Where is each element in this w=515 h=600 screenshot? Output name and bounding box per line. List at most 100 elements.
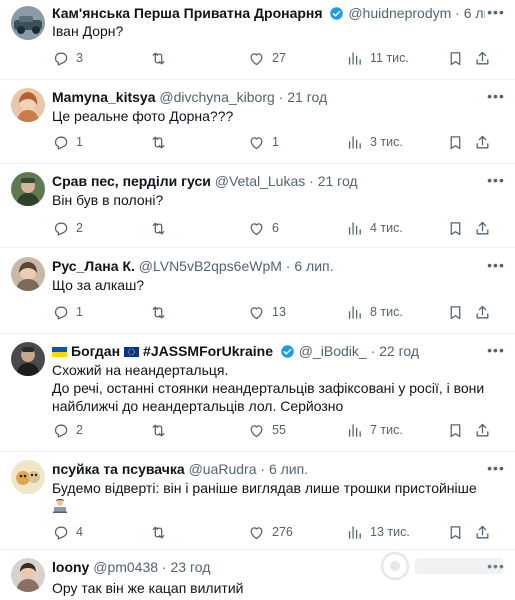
reply-tweet[interactable]: Mamyna_kitsya @divchyna_kiborg · 21 год …	[0, 80, 515, 164]
share-icon	[476, 525, 489, 538]
display-name[interactable]: Срав пес, перділи гуси	[52, 173, 211, 189]
reply-count: 2	[76, 423, 83, 437]
view-count: 8 тис.	[370, 305, 403, 319]
bookmark-button[interactable]	[447, 48, 464, 68]
views-button[interactable]: 8 тис.	[346, 302, 403, 322]
avatar[interactable]	[11, 6, 45, 40]
display-name[interactable]: loony	[52, 559, 89, 575]
action-bar: 3 27 11 тис.	[52, 48, 501, 68]
retweet-button[interactable]	[150, 302, 174, 322]
views-button[interactable]: 7 тис.	[346, 420, 403, 440]
reply-tweet[interactable]: Срав пес, перділи гуси @Vetal_Lukas · 21…	[0, 164, 515, 248]
tweet-text: Що за алкаш?	[52, 276, 501, 294]
display-name[interactable]: Кам'янська Перша Приватна Дронарня	[52, 5, 323, 21]
timestamp[interactable]: 6 лип.	[294, 258, 333, 274]
heart-icon	[250, 526, 263, 539]
avatar[interactable]	[11, 342, 45, 376]
retweet-icon	[152, 424, 165, 436]
handle[interactable]: @LVN5vB2qps6eWpM	[139, 258, 282, 274]
like-button[interactable]: 13	[248, 302, 286, 322]
reply-icon	[54, 222, 68, 236]
tweet-line: До речі, останні стоянки неандертальців …	[52, 380, 485, 414]
reply-button[interactable]: 3	[52, 48, 83, 68]
reply-button[interactable]: 2	[52, 420, 83, 440]
display-name[interactable]: Рус_Лана К.	[52, 258, 135, 274]
retweet-button[interactable]	[150, 420, 174, 440]
bookmark-button[interactable]	[447, 218, 464, 238]
reply-button[interactable]: 1	[52, 302, 83, 322]
timestamp[interactable]: 21 год	[287, 89, 327, 105]
share-button[interactable]	[474, 218, 491, 238]
bar-chart-icon	[348, 51, 361, 65]
display-name[interactable]: псуйка та псувачка	[52, 461, 185, 477]
handle[interactable]: @Vetal_Lukas	[215, 173, 306, 189]
display-name-hashtag[interactable]: #JASSMForUkraine	[143, 343, 273, 359]
reply-button[interactable]: 2	[52, 218, 83, 238]
share-button[interactable]	[474, 48, 491, 68]
handle[interactable]: @uaRudra	[189, 461, 257, 477]
reply-button[interactable]: 1	[52, 132, 83, 152]
timestamp[interactable]: 21 год	[318, 173, 358, 189]
bookmark-button[interactable]	[447, 420, 464, 440]
reply-tweet[interactable]: Кам'янська Перша Приватна Дронарня @huid…	[0, 0, 515, 80]
display-name[interactable]: Mamyna_kitsya	[52, 89, 156, 105]
bookmark-icon	[450, 525, 461, 539]
retweet-button[interactable]	[150, 522, 174, 542]
like-button[interactable]: 276	[248, 522, 293, 542]
share-button[interactable]	[474, 132, 491, 152]
bookmark-button[interactable]	[447, 522, 464, 542]
view-count: 11 тис.	[370, 51, 409, 65]
retweet-button[interactable]	[150, 48, 174, 68]
avatar[interactable]	[11, 558, 45, 592]
view-count: 7 тис.	[370, 423, 403, 437]
timestamp[interactable]: 6 лип.	[269, 461, 308, 477]
bookmark-button[interactable]	[447, 132, 464, 152]
retweet-button[interactable]	[150, 218, 174, 238]
handle[interactable]: @huidneprodym	[348, 5, 451, 21]
person-at-laptop-emoji-icon	[53, 499, 67, 513]
tweet-line: Він був в полоні?	[52, 192, 164, 208]
tweet-header: Богдан #JASSMForUkraine @_iBodik_ · 22 го…	[52, 342, 485, 360]
handle[interactable]: @divchyna_kiborg	[159, 89, 274, 105]
avatar[interactable]	[11, 257, 45, 291]
like-button[interactable]: 27	[248, 48, 286, 68]
avatar[interactable]	[11, 460, 45, 494]
views-button[interactable]: 13 тис.	[346, 522, 410, 542]
retweet-icon	[152, 526, 165, 538]
tweet-text: Будемо відверті: він і раніше виглядав л…	[52, 479, 501, 515]
views-button[interactable]: 3 тис.	[346, 132, 403, 152]
reply-button[interactable]: 4	[52, 522, 83, 542]
reply-icon	[54, 424, 68, 438]
share-button[interactable]	[474, 302, 491, 322]
share-button[interactable]	[474, 522, 491, 542]
share-button[interactable]	[474, 420, 491, 440]
reply-tweet[interactable]: Богдан #JASSMForUkraine @_iBodik_ · 22 го…	[0, 334, 515, 452]
views-button[interactable]: 4 тис.	[346, 218, 403, 238]
timestamp[interactable]: 22 год	[379, 343, 419, 359]
reply-tweet[interactable]: Рус_Лана К. @LVN5vB2qps6eWpM · 6 лип. ••…	[0, 248, 515, 334]
views-button[interactable]: 11 тис.	[346, 48, 409, 68]
like-button[interactable]: 55	[248, 420, 286, 440]
like-button[interactable]: 6	[248, 218, 279, 238]
timestamp[interactable]: 6 лип.	[464, 5, 485, 21]
handle[interactable]: @pm0438	[93, 559, 158, 575]
tweet-text: Схожий на неандертальця. До речі, останн…	[52, 361, 501, 415]
reply-count: 4	[76, 525, 83, 539]
like-button[interactable]: 1	[248, 132, 279, 152]
bookmark-button[interactable]	[447, 302, 464, 322]
share-icon	[476, 51, 489, 64]
avatar[interactable]	[11, 88, 45, 122]
tweet-text: Іван Дорн?	[52, 22, 501, 40]
retweet-button[interactable]	[150, 132, 174, 152]
view-count: 4 тис.	[370, 221, 403, 235]
reply-tweet[interactable]: псуйка та псувачка @uaRudra · 6 лип. •••…	[0, 452, 515, 550]
share-icon	[476, 135, 489, 148]
timestamp[interactable]: 23 год	[171, 559, 211, 575]
bookmark-icon	[450, 221, 461, 235]
display-name[interactable]: Богдан	[71, 343, 120, 359]
avatar[interactable]	[11, 172, 45, 206]
handle[interactable]: @_iBodik_	[299, 343, 367, 359]
separator: ·	[158, 559, 171, 575]
bar-chart-icon	[348, 135, 361, 149]
retweet-icon	[152, 136, 165, 148]
